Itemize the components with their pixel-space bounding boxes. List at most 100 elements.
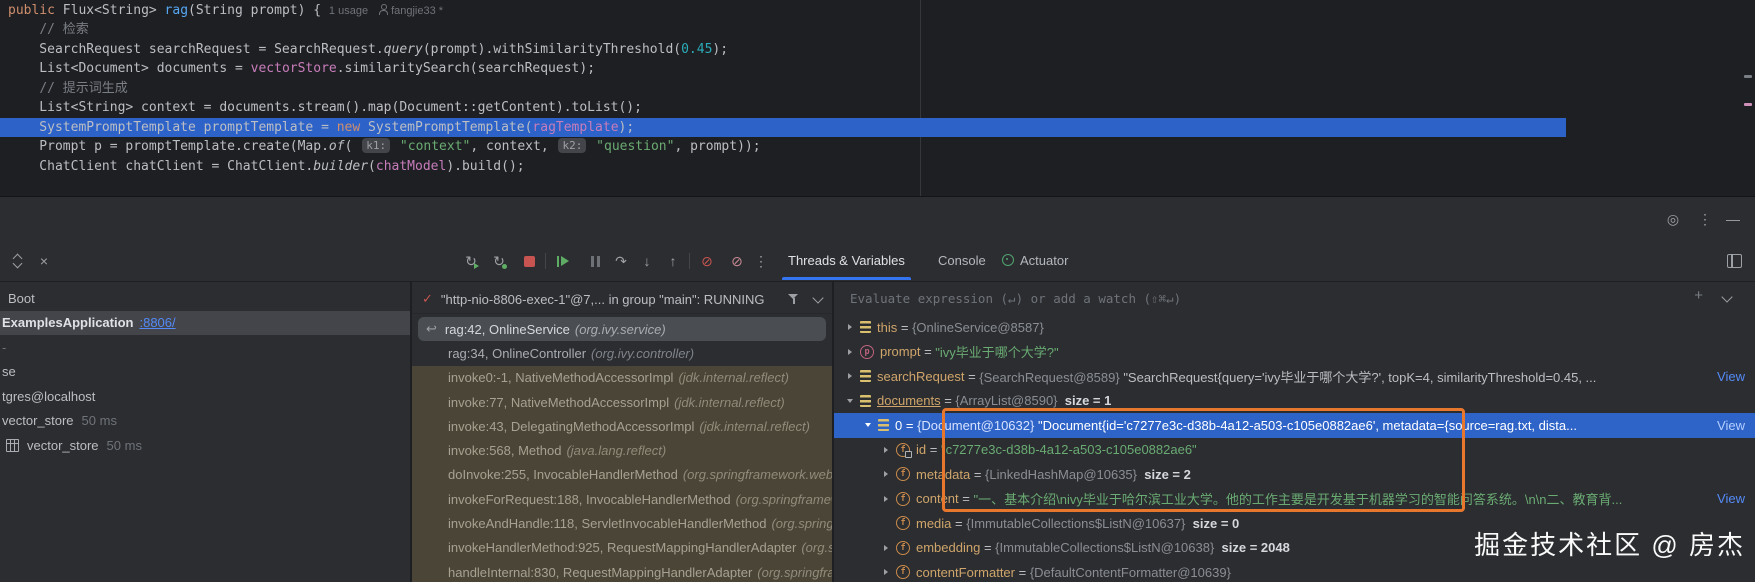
expand-chevron-icon[interactable] — [880, 545, 891, 551]
equals-sign: = — [897, 319, 913, 335]
frame-package: (jdk.internal.reflect) — [678, 370, 789, 386]
filter-funnel-icon[interactable] — [788, 293, 800, 305]
code-line[interactable]: // 检索 — [0, 20, 1755, 39]
step-over-icon[interactable]: ↷ — [611, 251, 631, 271]
code-line[interactable]: ChatClient chatClient = ChatClient.build… — [0, 157, 1755, 176]
expand-chevron-icon[interactable] — [844, 373, 855, 379]
view-breakpoints-icon[interactable]: ⊘ — [697, 251, 717, 271]
expand-chevron-icon[interactable] — [880, 569, 891, 575]
close-icon[interactable]: × — [34, 251, 54, 271]
expand-chevron-icon[interactable] — [844, 349, 855, 355]
service-row[interactable]: ExamplesApplication:8806/ — [0, 310, 410, 335]
view-link[interactable]: View — [1717, 369, 1745, 384]
variable-row[interactable]: documents = {ArrayList@8590} size = 1 — [834, 389, 1755, 414]
more-options-icon[interactable]: ⋮ — [1694, 208, 1716, 230]
step-into-icon[interactable]: ↓ — [637, 251, 657, 271]
code-line[interactable]: public Flux<String> rag(String prompt) {… — [0, 1, 1755, 20]
frame-row[interactable]: invokeAndHandle:118, ServletInvocableHan… — [412, 511, 832, 536]
hide-tool-window-icon[interactable]: — — [1722, 208, 1744, 230]
variable-row[interactable]: f content = "一、基本介绍\nivy毕业于哈尔滨工业大学。他的工作主要… — [834, 487, 1755, 512]
editor-scrollbar[interactable] — [1743, 0, 1753, 196]
frame-row[interactable]: invokeHandlerMethod:925, RequestMappingH… — [412, 535, 832, 560]
expand-chevron-icon[interactable] — [844, 398, 855, 404]
expand-chevron-icon[interactable] — [880, 447, 891, 453]
tab-threads-variables[interactable]: Threads & Variables — [782, 241, 911, 280]
tab-actuator[interactable]: Actuator — [1002, 241, 1068, 280]
actuator-icon — [1002, 254, 1014, 266]
view-link[interactable]: View — [1717, 418, 1745, 433]
service-port-link[interactable]: :8806/ — [139, 315, 175, 330]
frame-row[interactable]: doInvoke:255, InvocableHandlerMethod (org… — [412, 462, 832, 488]
evaluate-expression-bar[interactable]: Evaluate expression (↵) or add a watch (… — [834, 285, 1755, 311]
view-link[interactable]: View — [1717, 491, 1745, 506]
variable-row[interactable]: searchRequest = {SearchRequest@8589} "Se… — [834, 364, 1755, 389]
code-line[interactable]: List<String> context = documents.stream(… — [0, 98, 1755, 117]
watermark: 掘金技术社区 @ 房杰 — [1474, 530, 1745, 560]
frame-method: invokeHandlerMethod:925, RequestMappingH… — [448, 540, 797, 556]
frame-row[interactable]: handleInternal:830, RequestMappingHandle… — [412, 559, 832, 582]
services-panel: Boot ExamplesApplication:8806/ - se tgres@lo… — [0, 281, 410, 582]
variable-row[interactable]: 0 = {Document@10632} "Document{id='c7277… — [834, 413, 1755, 438]
service-row[interactable]: vector_store 50 ms — [0, 409, 410, 434]
frame-row[interactable]: invokeForRequest:188, InvocableHandlerMe… — [412, 487, 832, 512]
step-out-icon[interactable]: ↑ — [663, 251, 683, 271]
code-line[interactable]: SearchRequest searchRequest = SearchRequ… — [0, 40, 1755, 59]
service-row[interactable]: se — [0, 360, 410, 385]
tab-label: Actuator — [1020, 253, 1069, 268]
service-row[interactable]: vector_store 50 ms — [0, 433, 410, 458]
stop-icon[interactable] — [519, 251, 539, 271]
table-icon — [6, 438, 19, 452]
author-icon — [378, 4, 389, 15]
code-line-execution-point[interactable]: SystemPromptTemplate promptTemplate = ne… — [0, 117, 1755, 138]
frame-method: invokeForRequest:188, InvocableHandlerMe… — [448, 491, 731, 507]
chevron-down-icon[interactable] — [812, 291, 824, 304]
variable-name: metadata — [916, 466, 971, 482]
variable-row[interactable]: this = {OnlineService@8587} — [834, 315, 1755, 340]
equals-sign: = — [958, 491, 974, 507]
frame-method: rag:34, OnlineController — [448, 345, 587, 361]
rerun-icon[interactable]: ↻ — [461, 251, 481, 271]
add-watch-icon[interactable]: + — [1694, 287, 1703, 304]
variable-row[interactable]: f contentFormatter = {DefaultContentForma… — [834, 560, 1755, 582]
variable-name: prompt — [880, 344, 921, 360]
expand-chevron-icon[interactable] — [844, 324, 855, 330]
variable-name: documents — [877, 393, 941, 409]
frame-package: (org.springframework.web.m — [682, 467, 832, 483]
frame-row[interactable]: invoke:568, Method (java.lang.reflect) — [412, 438, 832, 463]
variable-name: media — [916, 515, 952, 531]
evaluate-placeholder: Evaluate expression (↵) or add a watch (… — [850, 290, 1182, 306]
frame-row[interactable]: invoke0:-1, NativeMethodAccessorImpl (jdk… — [412, 365, 832, 390]
frame-row[interactable]: invoke:77, NativeMethodAccessorImpl (jdk.… — [412, 389, 832, 415]
thread-selector[interactable]: ✓ "http-nio-8806-exec-1"@7,... in group … — [412, 285, 832, 314]
expand-chevron-icon[interactable] — [862, 422, 873, 428]
code-editor[interactable]: public Flux<String> rag(String prompt) {… — [0, 0, 1755, 196]
variable-row[interactable]: f metadata = {LinkedHashMap@10635} size =… — [834, 462, 1755, 487]
expand-chevron-icon[interactable] — [880, 471, 891, 477]
pause-icon[interactable] — [585, 251, 605, 271]
more-actions-icon[interactable]: ⋮ — [751, 251, 771, 271]
service-row[interactable]: tgres@localhost — [0, 384, 410, 409]
service-row[interactable]: - — [0, 335, 410, 360]
toolbar-separator — [545, 253, 546, 269]
rerun-application-icon[interactable]: ↻ — [489, 251, 509, 271]
target-settings-icon[interactable]: ◎ — [1662, 208, 1684, 230]
variable-row[interactable]: f id = "c7277e3c-d38b-4a12-a503-c105e0882… — [834, 438, 1755, 463]
mute-breakpoints-icon[interactable]: ⊘ — [727, 251, 747, 271]
frame-row[interactable]: invoke:43, DelegatingMethodAccessorImpl(… — [412, 414, 832, 439]
frame-row[interactable]: rag:34, OnlineController (org.ivy.control… — [412, 341, 832, 365]
service-row[interactable]: Boot — [0, 286, 410, 311]
tab-console[interactable]: Console — [938, 241, 986, 280]
expand-collapse-icon[interactable] — [8, 251, 28, 271]
window-layout-icon[interactable] — [1724, 251, 1744, 271]
code-line[interactable]: Prompt p = promptTemplate.create(Map.of(… — [0, 137, 1755, 156]
code-line[interactable]: // 提示词生成 — [0, 79, 1755, 98]
equals-sign: = — [940, 393, 956, 409]
variable-row[interactable]: p prompt = "ivy毕业于哪个大学?" — [834, 340, 1755, 365]
thread-label: "http-nio-8806-exec-1"@7,... in group "m… — [440, 291, 765, 307]
variable-name: 0 — [895, 417, 903, 433]
code-line[interactable]: List<Document> documents = vectorStore.s… — [0, 59, 1755, 78]
chevron-down-icon[interactable] — [1721, 291, 1733, 303]
resume-icon[interactable] — [553, 251, 573, 271]
expand-chevron-icon[interactable] — [880, 496, 891, 502]
frame-row[interactable]: ↩ rag:42, OnlineService (org.ivy.service) — [418, 317, 826, 342]
